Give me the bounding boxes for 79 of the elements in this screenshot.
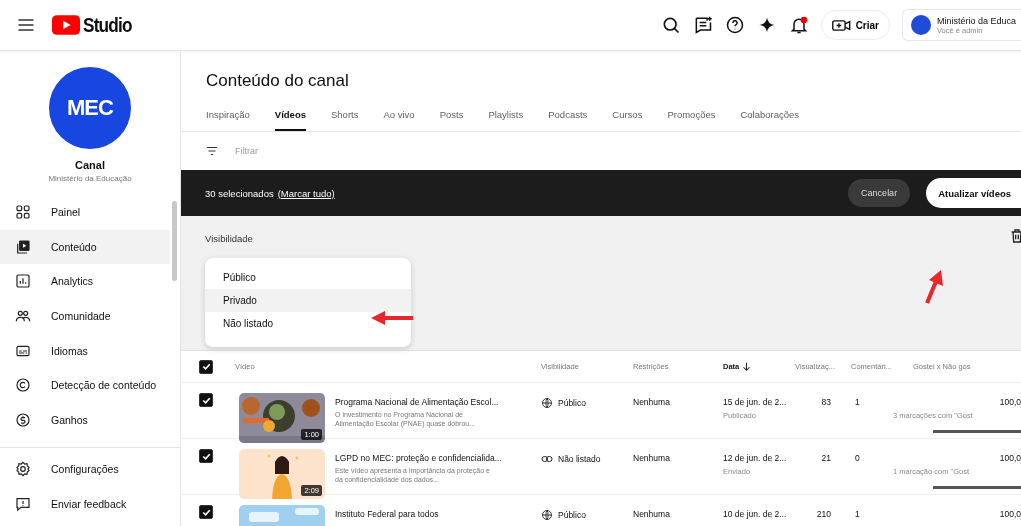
tab[interactable]: Promoções xyxy=(667,99,716,131)
channel-name: Ministério da Educação xyxy=(48,174,132,183)
table-cell-text: 1 xyxy=(854,509,860,519)
arrow-down-icon xyxy=(742,362,752,371)
sidebar-item[interactable]: Configurações xyxy=(0,452,170,487)
sidebar-item[interactable]: Painel xyxy=(0,195,170,230)
sidebar-item[interactable]: Comunidade xyxy=(0,298,170,334)
dollar-icon xyxy=(15,411,31,428)
channel-label: Canal xyxy=(75,159,105,171)
table-cell-text: 100,0 xyxy=(998,453,1021,463)
bell-icon[interactable] xyxy=(788,15,809,35)
video-plus-icon xyxy=(831,18,852,32)
checkbox[interactable] xyxy=(199,449,213,463)
globe-icon xyxy=(541,397,553,409)
table-cell: 12 de jun. de 2... xyxy=(723,453,787,463)
menu-option[interactable]: Privado xyxy=(205,289,411,312)
tab[interactable]: Vídeos xyxy=(274,99,306,131)
field-label: Visibilidade xyxy=(205,233,253,244)
table-cell: 21 xyxy=(821,453,831,463)
table-cell: Não listado xyxy=(558,454,601,464)
tab[interactable]: Posts xyxy=(439,99,464,131)
cancel-button[interactable]: Cancelar xyxy=(848,179,911,207)
sidebar-item[interactable]: Enviar feedback xyxy=(0,486,170,522)
menu-option[interactable]: Público xyxy=(205,266,270,289)
video-title[interactable]: Instituto Federal para todos xyxy=(335,509,525,519)
sidebar-item[interactable]: Ganhos xyxy=(0,402,170,438)
tab[interactable]: Podcasts xyxy=(548,99,588,131)
trash-icon[interactable] xyxy=(1009,228,1021,244)
globe-icon xyxy=(541,509,553,521)
tab[interactable]: Playlists xyxy=(488,99,524,131)
feedback-icon xyxy=(15,496,31,513)
checkbox[interactable] xyxy=(199,505,213,519)
sidebar-item[interactable]: Idiomas xyxy=(0,333,170,368)
table-cell: Nenhuma xyxy=(633,397,670,407)
table-cell: 83 xyxy=(821,397,831,407)
table-cell: 210 xyxy=(816,509,831,519)
sidebar-item[interactable]: Detecção de conteúdo xyxy=(0,367,170,403)
menu-option[interactable]: Não listado xyxy=(205,312,288,335)
help-icon[interactable] xyxy=(724,15,745,35)
create-button[interactable]: Criar xyxy=(820,10,890,40)
pointer-arrow xyxy=(369,310,415,326)
checkbox[interactable] xyxy=(199,359,213,374)
table-cell-text: 100,0 xyxy=(998,397,1021,407)
checkbox[interactable] xyxy=(199,393,213,407)
video-stack-icon xyxy=(15,238,31,255)
play-logo-icon xyxy=(52,15,80,35)
chart-icon xyxy=(15,273,31,290)
account-name: Ministério da Educa xyxy=(937,15,1017,26)
avatar xyxy=(911,15,931,35)
table-cell: Público xyxy=(558,510,586,520)
settings-icon xyxy=(15,461,31,478)
sidebar-item[interactable]: Conteúdo xyxy=(0,229,170,265)
tab[interactable]: Ao vivo xyxy=(383,99,415,131)
tab[interactable]: Cursos xyxy=(612,99,643,131)
tab[interactable]: Inspiração xyxy=(206,99,250,131)
page-title: Conteúdo do canal xyxy=(205,70,350,92)
tab[interactable]: Colaborações xyxy=(740,99,800,131)
update-button[interactable]: Atualizar vídeos xyxy=(926,178,1021,208)
video-title[interactable]: Programa Nacional de Alimentação Escol... xyxy=(335,397,525,407)
video-title[interactable]: LGPD no MEC: proteção e confidencialida... xyxy=(335,453,525,463)
tab[interactable]: Shorts xyxy=(331,99,359,131)
grid-icon xyxy=(15,204,31,221)
sidebar-item[interactable]: Analytics xyxy=(0,264,170,299)
table-cell: 10 de jun. de 2... xyxy=(723,509,787,519)
select-all-link[interactable]: (Marcar tudo) xyxy=(277,187,335,199)
table-cell-text: 100,0 xyxy=(998,509,1021,519)
selection-count: 30 selecionados xyxy=(205,187,274,199)
filter-icon[interactable] xyxy=(205,144,219,158)
scrollbar[interactable] xyxy=(172,201,177,281)
logo-text: Studio xyxy=(83,13,132,37)
table-cell: Público xyxy=(558,398,586,408)
table-cell-text: 1 xyxy=(854,397,860,407)
copyright-icon xyxy=(15,377,31,394)
table-cell: Nenhuma xyxy=(633,453,670,463)
link-icon xyxy=(541,453,553,465)
channel-logo[interactable]: MEC xyxy=(49,67,131,149)
table-cell: 15 de jun. de 2... xyxy=(723,397,787,407)
table-cell-text: 0 xyxy=(854,453,860,463)
table-cell: Nenhuma xyxy=(633,509,670,519)
